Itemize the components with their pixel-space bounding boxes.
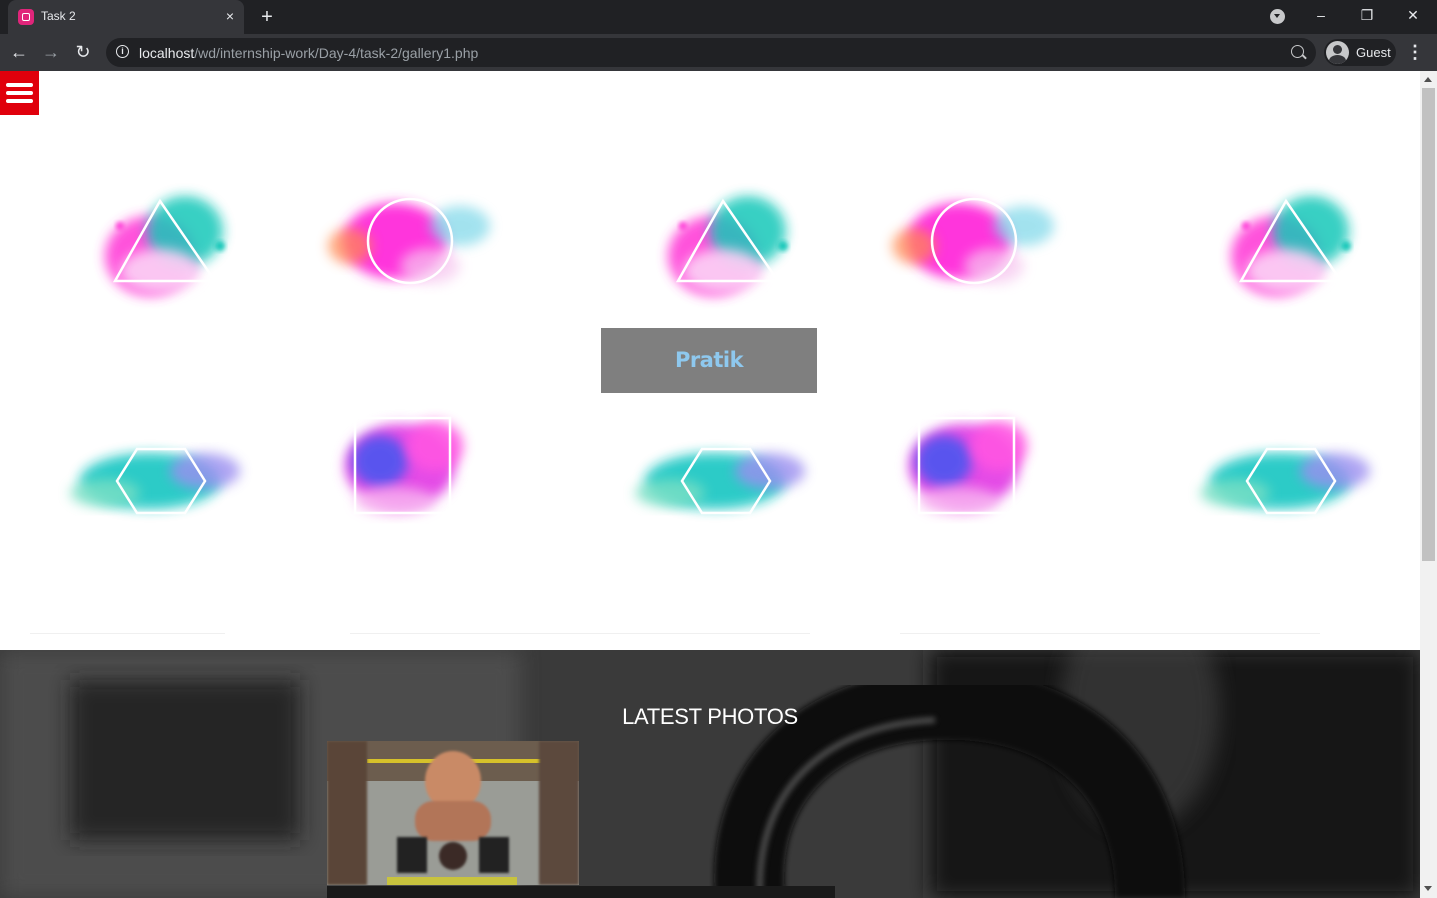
guest-avatar-icon xyxy=(1326,41,1349,64)
profile-label: Guest xyxy=(1356,45,1391,60)
reload-icon[interactable]: ↻ xyxy=(71,40,95,64)
watercolor-splash-6 xyxy=(70,449,240,513)
hamburger-bar xyxy=(6,99,33,103)
brand-name: Pratik xyxy=(674,348,744,372)
kettlebell-background xyxy=(0,650,1420,898)
watercolor-splash-2 xyxy=(328,199,490,284)
tab-search-icon[interactable] xyxy=(1270,9,1285,24)
url-host: localhost xyxy=(139,45,195,61)
tab-close-button[interactable]: × xyxy=(221,7,239,25)
browser-toolbar: ← → ↻ i localhost/wd/internship-work/Day… xyxy=(0,34,1437,71)
browser-tabstrip: Task 2 × + – ❐ ✕ xyxy=(0,0,1437,34)
watercolor-splash-8 xyxy=(635,449,805,513)
back-arrow-icon[interactable]: ← xyxy=(7,40,31,64)
new-tab-button[interactable]: + xyxy=(256,6,278,28)
url-text[interactable]: localhost/wd/internship-work/Day-4/task-… xyxy=(139,45,478,61)
favicon-icon xyxy=(18,9,34,25)
scroll-down-arrow-icon[interactable] xyxy=(1424,886,1432,891)
watercolor-splash-4 xyxy=(892,199,1054,284)
url-path: /wd/internship-work/Day-4/task-2/gallery… xyxy=(194,45,479,61)
forward-arrow-icon[interactable]: → xyxy=(39,40,63,64)
latest-photo-thumbnail[interactable] xyxy=(327,741,579,885)
window-close-button[interactable]: ✕ xyxy=(1390,0,1436,30)
athlete-photo xyxy=(327,741,579,885)
watercolor-splash-9 xyxy=(909,418,1027,515)
site-info-icon[interactable]: i xyxy=(116,45,129,58)
watercolor-splash-3 xyxy=(668,196,788,296)
profile-button[interactable]: Guest xyxy=(1324,39,1396,66)
divider xyxy=(350,633,810,634)
hamburger-bar xyxy=(6,91,33,95)
divider xyxy=(900,633,1320,634)
browser-menu-icon[interactable]: ⋮ xyxy=(1406,40,1424,64)
hamburger-bar xyxy=(6,83,33,87)
divider xyxy=(30,633,225,634)
page-scrollbar[interactable] xyxy=(1420,71,1437,898)
zoom-icon[interactable] xyxy=(1291,45,1304,58)
photo-strip xyxy=(327,886,835,898)
scrollbar-thumb[interactable] xyxy=(1422,88,1435,561)
address-bar[interactable]: i localhost/wd/internship-work/Day-4/tas… xyxy=(106,38,1316,67)
minimize-button[interactable]: – xyxy=(1298,0,1344,30)
page-viewport: Pratik LATEST PHOTOS xyxy=(0,71,1420,898)
menu-toggle-button[interactable] xyxy=(0,71,39,115)
watercolor-splash-10 xyxy=(1200,449,1370,513)
watercolor-splash-7 xyxy=(345,418,463,515)
watercolor-splash-1 xyxy=(105,196,225,296)
brand-box[interactable]: Pratik xyxy=(601,328,817,393)
latest-photos-title: LATEST PHOTOS xyxy=(622,704,798,729)
watercolor-splash-5 xyxy=(1231,196,1351,296)
restore-button[interactable]: ❐ xyxy=(1344,0,1390,30)
tab-title: Task 2 xyxy=(41,9,76,23)
scroll-up-arrow-icon[interactable] xyxy=(1424,77,1432,82)
latest-photos-section: LATEST PHOTOS xyxy=(0,650,1420,898)
browser-tab[interactable]: Task 2 × xyxy=(8,0,244,34)
